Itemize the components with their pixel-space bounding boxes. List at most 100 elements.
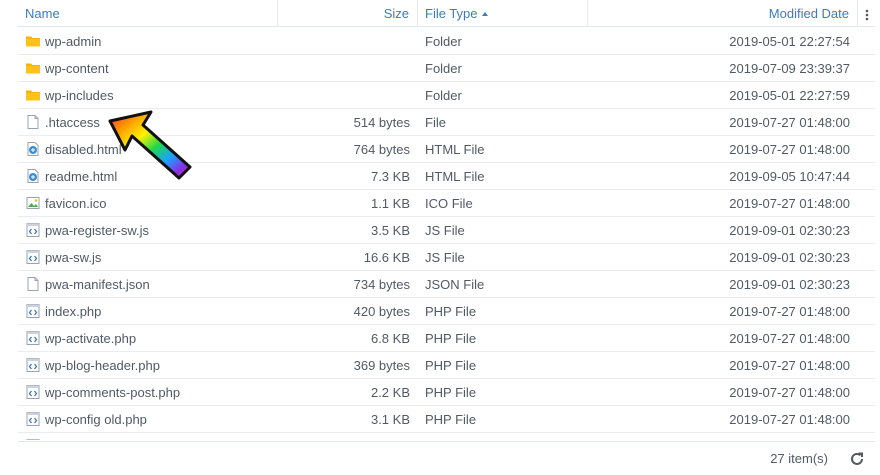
folder-icon xyxy=(25,60,41,76)
file-list-header: Name Size File Type Modified Date xyxy=(18,0,875,27)
code-icon xyxy=(25,222,41,238)
file-row[interactable]: wp-includes Folder 2019-05-01 22:27:59 xyxy=(18,82,875,109)
column-type-label: File Type xyxy=(425,6,478,21)
file-type: JS File xyxy=(425,222,465,238)
file-size: 1.1 KB xyxy=(370,195,410,211)
file-type: JS File xyxy=(425,249,465,265)
column-options-button[interactable] xyxy=(858,0,875,27)
file-row[interactable]: pwa-register-sw.js 3.5 KB JS File 2019-09-0… xyxy=(18,217,875,244)
file-modified-date: 2019-07-27 01:48:00 xyxy=(729,330,850,346)
file-modified-date: 2019-07-27 01:48:00 xyxy=(588,439,858,441)
file-modified-date: 2019-09-01 02:30:23 xyxy=(729,249,850,265)
file-name: wp-comments-post.php xyxy=(45,384,181,400)
file-modified-date: 2019-09-01 02:30:23 xyxy=(729,276,850,292)
file-size: 3.5 KB xyxy=(370,222,410,238)
file-modified-date: 2019-07-27 01:48:00 xyxy=(729,114,850,130)
file-name-cell: favicon.ico xyxy=(18,195,278,211)
file-modified-date: 2019-07-27 01:48:00 xyxy=(729,141,850,157)
file-name-cell: wp-admin xyxy=(18,33,278,49)
file-size: 16.6 KB xyxy=(363,249,410,265)
column-name-label: Name xyxy=(25,6,60,21)
file-row[interactable]: favicon.ico 1.1 KB ICO File 2019-07-27 01:4… xyxy=(18,190,875,217)
file-type: HTML File xyxy=(425,141,485,157)
code-icon xyxy=(25,303,41,319)
file-row[interactable]: wp-blog-header.php 369 bytes PHP File 2019-… xyxy=(18,352,875,379)
file-modified-date: 2019-07-09 23:39:37 xyxy=(729,60,850,76)
file-name: wp-admin xyxy=(45,33,102,49)
file-row[interactable]: wp-admin Folder 2019-05-01 22:27:54 xyxy=(18,28,875,55)
file-size: 3.1 KB xyxy=(370,411,410,427)
file-name-cell: index.php xyxy=(18,303,278,319)
file-modified-date: 2019-05-01 22:27:54 xyxy=(729,33,850,49)
file-size: 734 bytes xyxy=(353,276,410,292)
column-header-file-type[interactable]: File Type xyxy=(418,0,588,27)
html-icon xyxy=(25,168,41,184)
file-row[interactable]: index.php 420 bytes PHP File 2019-07-27 01:… xyxy=(18,298,875,325)
file-row[interactable]: wp-config-sample.php 2.9 KBPHP File2019-0… xyxy=(18,433,875,440)
file-name: favicon.ico xyxy=(45,195,107,211)
file-size: 764 bytes xyxy=(353,141,410,157)
file-size: 6.8 KB xyxy=(370,330,410,346)
file-type: PHP File xyxy=(425,303,477,319)
file-name: wp-content xyxy=(45,60,109,76)
file-name: .htaccess xyxy=(45,114,100,130)
file-size: 2.9 KB xyxy=(278,439,418,441)
file-row[interactable]: wp-config old.php 3.1 KB PHP File 2019-07-2… xyxy=(18,406,875,433)
refresh-icon[interactable] xyxy=(849,451,865,467)
file-icon xyxy=(25,114,41,130)
file-size: 420 bytes xyxy=(353,303,410,319)
file-name-cell: pwa-sw.js xyxy=(18,249,278,265)
rainbow-arrow-cursor-icon xyxy=(108,110,192,180)
code-icon xyxy=(25,411,41,427)
file-type: Folder xyxy=(425,60,462,76)
file-name-cell: wp-comments-post.php xyxy=(18,384,278,400)
file-list-footer: 27 item(s) xyxy=(18,441,875,475)
file-size: 2.2 KB xyxy=(370,384,410,400)
file-name-cell: wp-activate.php xyxy=(18,330,278,346)
folder-icon xyxy=(25,33,41,49)
file-name: pwa-sw.js xyxy=(45,249,102,265)
file-type: PHP File xyxy=(425,384,477,400)
file-type: PHP File xyxy=(425,411,477,427)
file-row[interactable]: pwa-manifest.json 734 bytes JSON File 2019-… xyxy=(18,271,875,298)
file-size: 514 bytes xyxy=(353,114,410,130)
column-header-size[interactable]: Size xyxy=(278,0,418,27)
file-type: File xyxy=(425,114,446,130)
file-name: wp-config old.php xyxy=(45,411,147,427)
file-type: Folder xyxy=(425,87,462,103)
file-name-cell: wp-content xyxy=(18,60,278,76)
file-row[interactable]: wp-comments-post.php 2.2 KB PHP File 2019-0… xyxy=(18,379,875,406)
file-name-cell: wp-blog-header.php xyxy=(18,357,278,373)
file-modified-date: 2019-07-27 01:48:00 xyxy=(729,357,850,373)
image-icon xyxy=(25,195,41,211)
file-name: wp-activate.php xyxy=(45,330,137,346)
file-type: Folder xyxy=(425,33,462,49)
column-modified-label: Modified Date xyxy=(768,6,849,21)
code-icon xyxy=(25,384,41,400)
file-modified-date: 2019-07-27 01:48:00 xyxy=(729,303,850,319)
item-count: 27 item(s) xyxy=(770,451,828,466)
file-row[interactable]: wp-activate.php 6.8 KB PHP File 2019-07-27 … xyxy=(18,325,875,352)
file-row[interactable]: pwa-sw.js 16.6 KB JS File 2019-09-01 02:30:… xyxy=(18,244,875,271)
file-icon xyxy=(25,276,41,292)
file-list: wp-admin Folder 2019-05-01 22:27:54 wp-cont… xyxy=(18,28,875,440)
column-header-name[interactable]: Name xyxy=(18,0,278,27)
column-header-modified-date[interactable]: Modified Date xyxy=(588,0,858,27)
file-name: wp-blog-header.php xyxy=(45,357,160,373)
file-name-cell: pwa-register-sw.js xyxy=(18,222,278,238)
file-modified-date: 2019-09-05 10:47:44 xyxy=(729,168,850,184)
file-name: pwa-register-sw.js xyxy=(45,222,150,238)
code-icon xyxy=(25,330,41,346)
html-icon xyxy=(25,141,41,157)
file-name-cell: wp-includes xyxy=(18,87,278,103)
file-modified-date: 2019-07-27 01:48:00 xyxy=(729,384,850,400)
file-name-cell: wp-config-sample.php xyxy=(18,438,278,440)
file-type: PHP File xyxy=(425,357,477,373)
file-name-cell: wp-config old.php xyxy=(18,411,278,427)
column-size-label: Size xyxy=(383,6,409,21)
file-size: 369 bytes xyxy=(353,357,410,373)
file-type: JSON File xyxy=(425,276,485,292)
file-name: pwa-manifest.json xyxy=(45,276,150,292)
file-size: 7.3 KB xyxy=(370,168,410,184)
file-row[interactable]: wp-content Folder 2019-07-09 23:39:37 xyxy=(18,55,875,82)
